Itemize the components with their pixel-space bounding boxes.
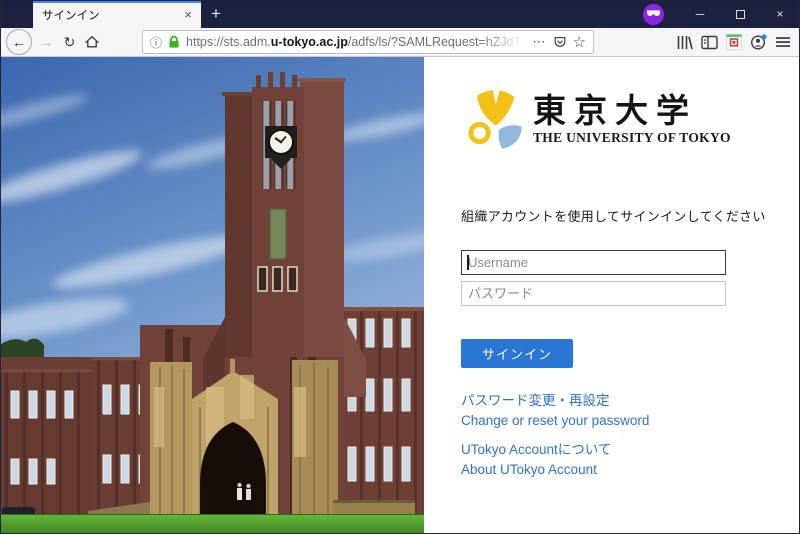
about-account-link-jp[interactable]: UTokyo Accountについて [461,440,800,460]
titlebar: サインイン × + ─ × [0,0,800,28]
bookmark-star-icon[interactable]: ☆ [573,33,586,51]
utokyo-logo: 東京大学 THE UNIVERSITY OF TOKYO [461,87,800,153]
url-bar[interactable]: ⓘ https://sts.adm. u-tokyo.ac.jp /adfs/l… [142,30,594,54]
logo-text: 東京大学 THE UNIVERSITY OF TOKYO [533,94,731,147]
library-icon[interactable] [676,35,693,50]
active-tab-accent [33,1,201,3]
new-tab-button[interactable]: + [201,1,231,27]
home-icon [85,35,99,49]
url-text: https://sts.adm. u-tokyo.ac.jp /adfs/ls/… [186,35,527,49]
sidebar-icon[interactable] [701,35,718,50]
back-button[interactable]: ← [6,29,32,55]
signin-button[interactable]: サインイン [461,339,573,368]
reload-button[interactable]: ↻ [58,34,81,51]
username-input[interactable] [461,250,726,275]
pocket-icon[interactable] [553,35,567,49]
site-info-icon[interactable]: ⓘ [150,34,162,51]
tab-title: サインイン [40,7,182,23]
page-actions-button[interactable]: ⋯ [533,34,547,50]
signin-instruction: 組織アカウントを使用してサインインしてください [461,206,800,225]
ginkgo-logo-icon [461,87,523,153]
minimize-button[interactable]: ─ [680,0,720,28]
maximize-button[interactable] [720,0,760,28]
url-scheme: https://sts.adm. [186,35,271,49]
private-browsing-badge [643,4,664,25]
menu-icon[interactable] [775,35,791,49]
toolbar-icons [676,34,794,50]
url-domain: u-tokyo.ac.jp [271,35,348,49]
forward-button[interactable]: → [35,34,58,50]
password-input[interactable] [461,281,726,306]
private-mask-icon [647,10,660,18]
titlebar-drag-area [231,0,643,28]
browser-tab[interactable]: サインイン × [33,1,201,28]
tab-close-icon[interactable]: × [182,7,194,22]
maximize-icon [736,10,745,19]
logo-kanji: 東京大学 [533,94,731,129]
lock-icon [168,35,180,49]
credential-fields [461,250,726,306]
password-change-link-en[interactable]: Change or reset your password [461,411,800,431]
helper-links: パスワード変更・再設定 Change or reset your passwor… [461,391,800,479]
navigation-toolbar: ← → ↻ ⓘ https://sts.adm. u-tokyo.ac.jp /… [0,28,800,57]
logo-english: THE UNIVERSITY OF TOKYO [533,130,731,146]
url-path: /adfs/ls/?SAMLRequest=hZJdT4MwFIb9 [348,35,527,49]
signin-panel: 東京大学 THE UNIVERSITY OF TOKYO 組織アカウントを使用し… [424,57,800,534]
browser-window: サインイン × + ─ × ← → ↻ ⓘ [0,0,800,534]
extension-icon[interactable] [726,34,742,50]
page-content: 東京大学 THE UNIVERSITY OF TOKYO 組織アカウントを使用し… [0,57,800,534]
account-icon[interactable] [750,34,767,50]
password-change-link-jp[interactable]: パスワード変更・再設定 [461,391,800,411]
home-button[interactable] [81,35,103,49]
yasuda-auditorium-photo [0,57,424,534]
text-caret [467,255,469,270]
about-account-link-en[interactable]: About UTokyo Account [461,460,800,480]
close-button[interactable]: × [760,0,800,28]
